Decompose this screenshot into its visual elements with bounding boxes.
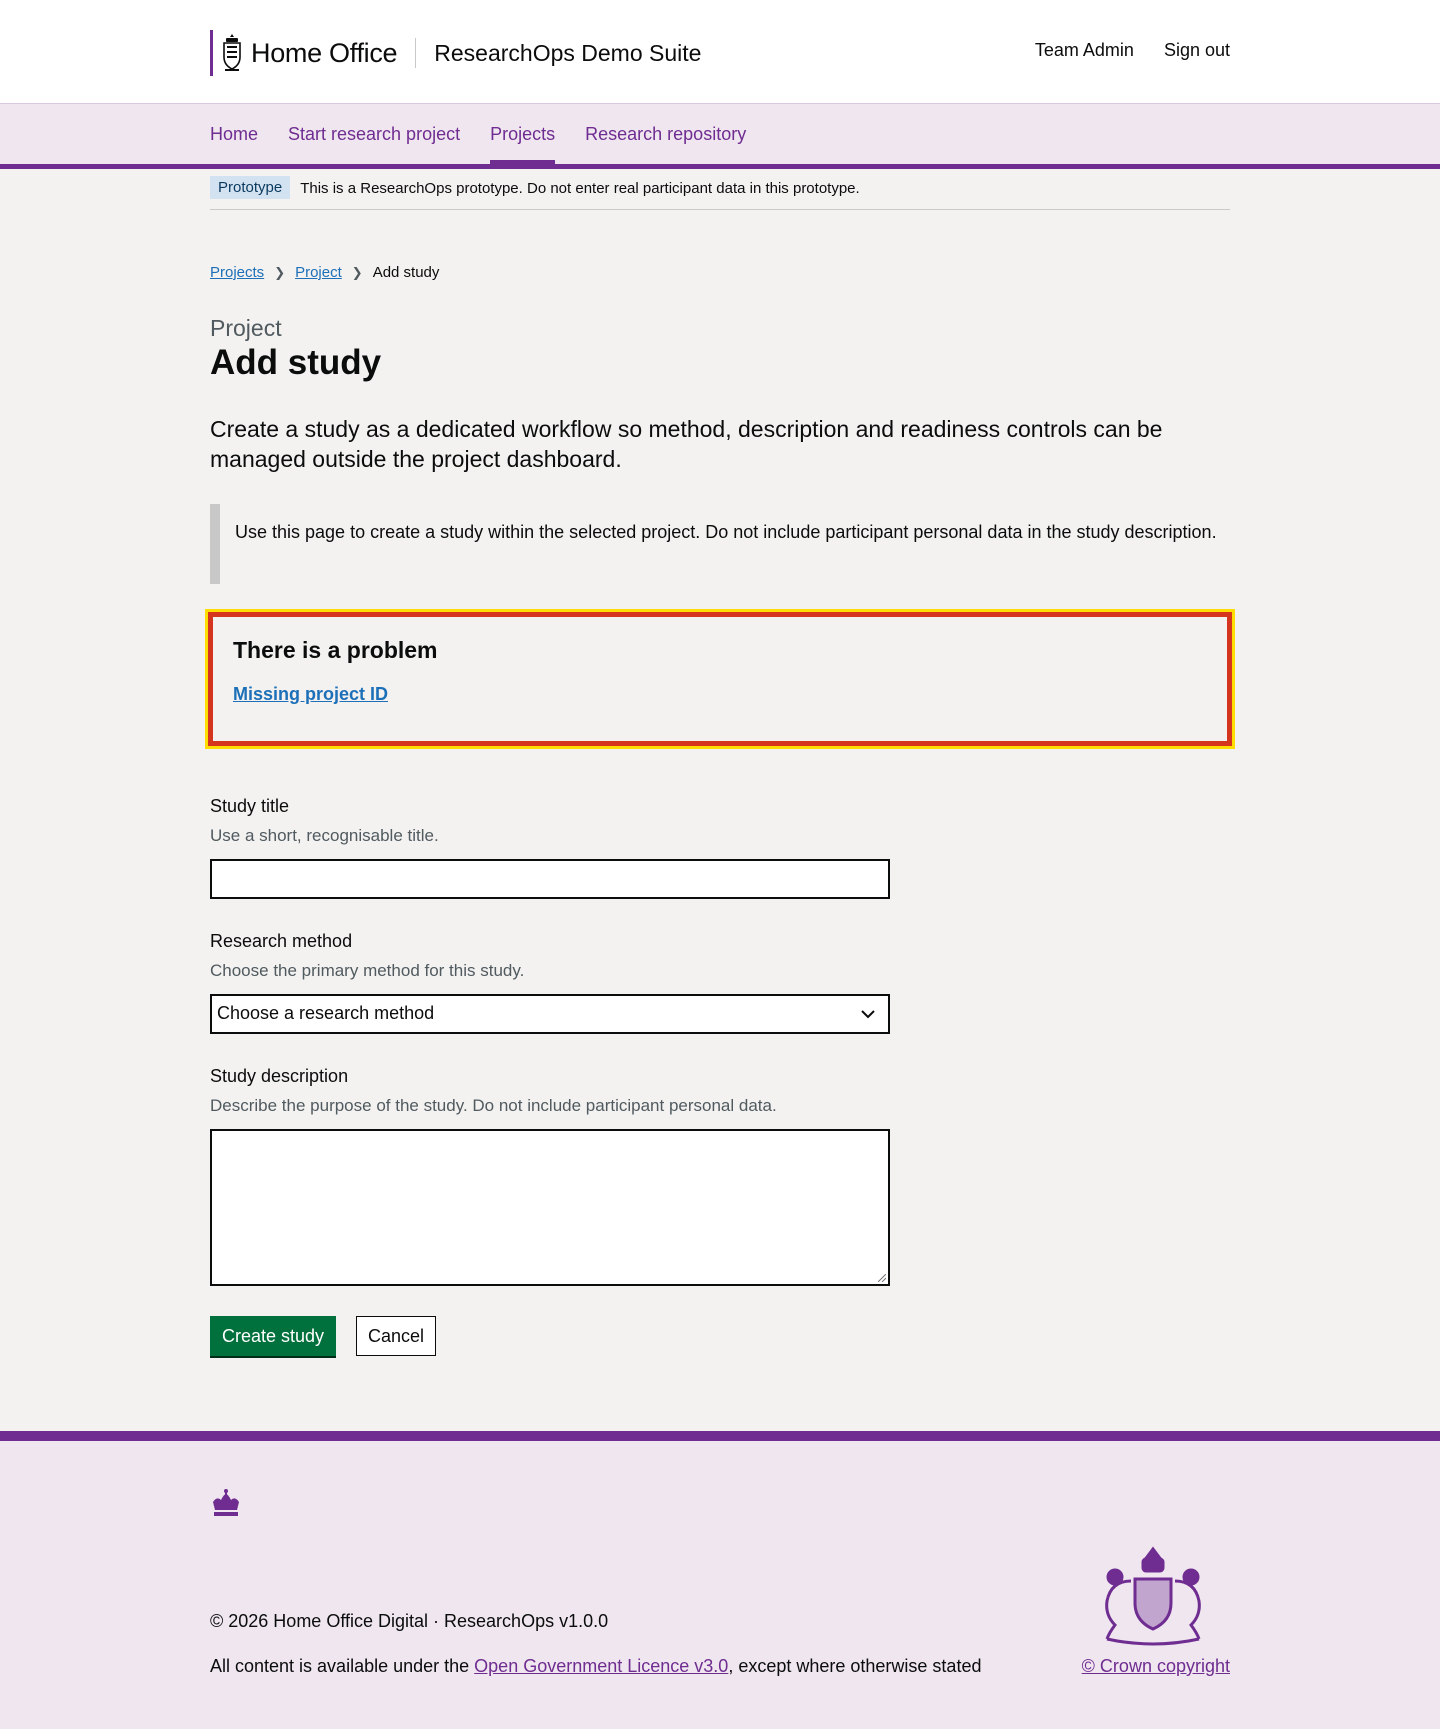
team-admin-link[interactable]: Team Admin <box>1035 40 1134 61</box>
footer-licence-prefix: All content is available under the <box>210 1656 475 1676</box>
research-method-label: Research method <box>210 931 353 951</box>
research-method-hint: Choose the primary method for this study… <box>210 961 525 980</box>
breadcrumb: Projects ❯ Project ❯ Add study <box>210 264 439 281</box>
royal-coat-of-arms-icon <box>1105 1546 1201 1646</box>
footer-copyright-text: © 2026 Home Office Digital · ResearchOps… <box>210 1611 609 1631</box>
page-lead: Create a study as a dedicated workflow s… <box>210 416 1163 472</box>
service-name: ResearchOps Demo Suite <box>434 39 702 66</box>
error-link-missing-project-id[interactable]: Missing project ID <box>233 684 1207 705</box>
nav-item-start-research-project[interactable]: Start research project <box>288 124 460 165</box>
page-title: Add study <box>210 343 382 382</box>
chevron-right-icon: ❯ <box>351 264 363 280</box>
crown-icon <box>213 1489 239 1516</box>
brand-divider <box>415 38 417 68</box>
nav-item-projects[interactable]: Projects <box>490 124 556 165</box>
breadcrumb-projects[interactable]: Projects <box>210 264 264 281</box>
error-summary: There is a problem Missing project ID <box>205 609 1235 749</box>
study-title-label: Study title <box>210 796 290 816</box>
resize-handle-icon[interactable] <box>878 1274 886 1282</box>
phase-banner: Prototype This is a ResearchOps prototyp… <box>210 176 1230 210</box>
header-links: Team Admin Sign out <box>1035 40 1230 61</box>
phase-text: This is a ResearchOps prototype. Do not … <box>300 180 860 197</box>
open-government-licence-link[interactable]: Open Government Licence v3.0 <box>474 1656 728 1676</box>
footer-licence: All content is available under the Open … <box>210 1656 981 1677</box>
brand[interactable]: Home Office ResearchOps Demo Suite <box>210 30 701 76</box>
inset-text: Use this page to create a study within t… <box>210 504 1230 584</box>
site-footer: © 2026 Home Office Digital · ResearchOps… <box>0 1431 1440 1729</box>
study-description-textarea[interactable] <box>210 1129 890 1286</box>
study-title-input[interactable] <box>210 859 890 899</box>
crown-copyright-link[interactable]: © Crown copyright <box>1082 1656 1230 1677</box>
error-summary-title: There is a problem <box>233 637 438 663</box>
nav-item-research-repository[interactable]: Research repository <box>585 124 746 165</box>
create-study-button[interactable]: Create study <box>210 1316 337 1356</box>
chevron-down-icon <box>861 1010 875 1019</box>
breadcrumb-project[interactable]: Project <box>295 264 342 281</box>
study-description-hint: Describe the purpose of the study. Do no… <box>210 1096 777 1115</box>
phase-tag: Prototype <box>210 176 291 199</box>
brand-bar <box>210 30 213 76</box>
breadcrumb-current: Add study <box>372 264 440 281</box>
research-method-selected: Choose a research method <box>217 1003 435 1023</box>
sign-out-link[interactable]: Sign out <box>1164 40 1230 61</box>
footer-licence-suffix: , except where otherwise stated <box>728 1656 982 1676</box>
nav-item-home[interactable]: Home <box>210 124 258 165</box>
site-header: Home Office ResearchOps Demo Suite Team … <box>0 0 1440 104</box>
page-caption: Project <box>210 315 282 341</box>
chevron-right-icon: ❯ <box>274 264 286 280</box>
study-title-hint: Use a short, recognisable title. <box>210 826 439 845</box>
research-method-select[interactable]: Choose a research method <box>210 994 890 1034</box>
royal-crest-icon <box>223 34 241 71</box>
cancel-button[interactable]: Cancel <box>356 1316 437 1356</box>
org-name: Home Office <box>251 37 398 68</box>
primary-navigation: Home Start research project Projects Res… <box>0 104 1440 169</box>
study-description-label: Study description <box>210 1066 349 1086</box>
